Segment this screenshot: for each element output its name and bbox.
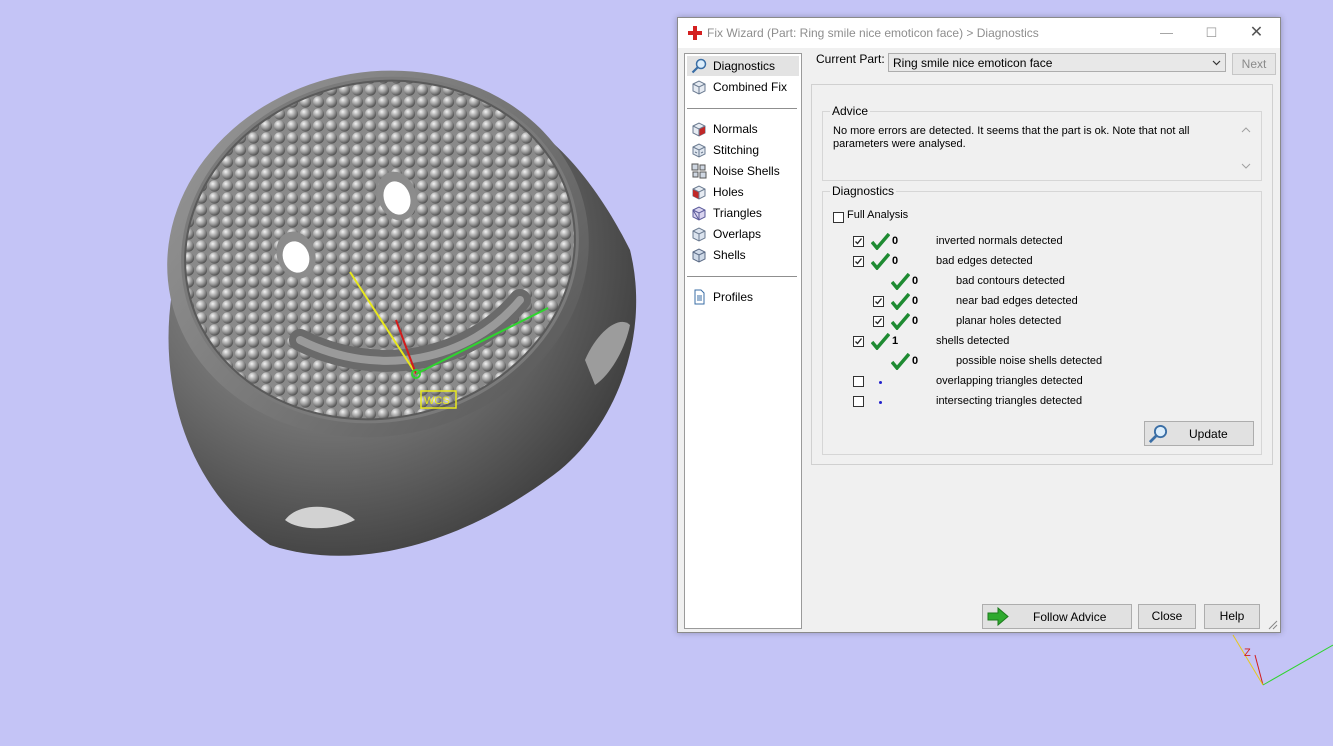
resize-grip-icon[interactable] [1268,620,1278,630]
axis-z-label: Z [1244,647,1251,659]
row-label: overlapping triangles detected [936,375,1083,387]
magnifier-icon [691,58,707,74]
row-checkbox[interactable] [873,296,884,307]
pending-dot-icon [879,381,882,384]
overlaps-cube-icon [692,227,706,242]
ok-check-icon [871,233,890,250]
nav-item-normals[interactable]: Normals [687,119,799,139]
nav-separator [687,276,797,277]
row-label: possible noise shells detected [956,355,1103,367]
advice-group: Advice No more errors are detected. It s… [822,104,1262,181]
title-bar[interactable]: Fix Wizard (Part: Ring smile nice emotic… [678,18,1280,48]
row-checkbox[interactable] [853,376,864,387]
document-icon [694,289,705,305]
advice-text: No more errors are detected. It seems th… [833,125,1190,150]
next-button[interactable]: Next [1232,53,1276,75]
ok-check-icon [891,353,910,370]
arrow-right-icon [987,607,1009,626]
close-window-button[interactable]: ✕ [1234,18,1279,48]
ok-check-icon [891,273,910,290]
row-count: 0 [892,235,899,247]
row-label: intersecting triangles detected [936,395,1083,407]
nav-item-noise-shells[interactable]: Noise Shells [687,161,799,181]
row-count: 1 [892,335,899,347]
ok-check-icon [891,313,910,330]
row-checkbox[interactable] [853,396,864,407]
close-button[interactable]: Close [1138,604,1196,629]
row-label: planar holes detected [956,315,1062,327]
row-label: bad edges detected [936,255,1033,267]
row-label: shells detected [936,335,1010,347]
advice-title: Advice [830,104,871,118]
row-count: 0 [912,315,919,327]
shells-cube-icon [692,248,706,263]
nav-item-holes[interactable]: Holes [687,182,799,202]
magnifier-icon [1148,424,1168,444]
diagnostics-title: Diagnostics [830,184,897,198]
pending-dot-icon [879,401,882,404]
current-part-label: Current Part: [816,52,885,66]
noise-shells-icon [691,163,707,179]
window-title: Fix Wizard (Part: Ring smile nice emotic… [707,26,1039,40]
nav-label: Overlaps [713,227,762,241]
wcs-label: WCS [424,395,450,407]
ok-check-icon [871,333,890,350]
current-part-select[interactable]: Ring smile nice emoticon face [888,53,1226,72]
follow-advice-label: Follow Advice [1033,610,1107,624]
row-checkbox[interactable] [853,336,864,347]
nav-item-shells[interactable]: Shells [687,245,799,265]
row-checkbox[interactable] [873,316,884,327]
maximize-button[interactable]: ☐ [1189,18,1234,48]
cube-icon [692,80,706,95]
nav-item-profiles[interactable]: Profiles [687,287,799,307]
fix-wizard-dialog: Fix Wizard (Part: Ring smile nice emotic… [677,17,1281,633]
nav-label: Holes [713,185,744,199]
row-count: 0 [912,275,919,287]
fix-nav-panel: Diagnostics Combined Fix Normals Stitchi… [684,53,802,629]
nav-item-triangles[interactable]: Triangles [687,203,799,223]
advice-scrollbar[interactable] [1239,125,1253,171]
diagnostics-group: Diagnostics Full Analysis 0 inverted nor… [822,184,1262,455]
row-label: bad contours detected [956,275,1065,287]
nav-item-diagnostics[interactable]: Diagnostics [687,56,799,76]
current-part-value: Ring smile nice emoticon face [893,56,1053,70]
row-label: near bad edges detected [956,295,1078,307]
nav-label: Shells [713,248,746,262]
row-count: 0 [912,355,919,367]
ok-check-icon [871,253,890,270]
nav-item-stitching[interactable]: Stitching [687,140,799,160]
nav-label: Noise Shells [713,164,780,178]
triangles-cube-icon [692,206,706,221]
nav-item-overlaps[interactable]: Overlaps [687,224,799,244]
full-analysis-checkbox[interactable] [833,212,844,223]
ok-check-icon [891,293,910,310]
app-cross-icon [688,26,702,40]
minimize-button[interactable]: — [1144,18,1189,48]
row-count: 0 [912,295,919,307]
nav-label: Profiles [713,290,754,304]
axis-triad-icon: Z [1232,634,1333,686]
stitching-cube-icon [692,143,706,158]
nav-label: Combined Fix [713,80,788,94]
nav-separator [687,108,797,109]
nav-label: Normals [713,122,758,136]
normals-cube-icon [692,122,706,137]
row-checkbox[interactable] [853,236,864,247]
full-analysis-label: Full Analysis [847,209,909,221]
row-label: inverted normals detected [936,235,1063,247]
diagnostics-panel: Advice No more errors are detected. It s… [811,84,1273,465]
nav-item-combined-fix[interactable]: Combined Fix [687,77,799,97]
holes-cube-icon [692,185,706,200]
row-checkbox[interactable] [853,256,864,267]
nav-label: Diagnostics [713,59,776,73]
chevron-down-icon [1212,60,1221,66]
update-button[interactable]: Update [1144,421,1254,446]
nav-label: Triangles [713,206,762,220]
nav-label: Stitching [713,143,760,157]
row-count: 0 [892,255,899,267]
help-button[interactable]: Help [1204,604,1260,629]
follow-advice-button[interactable]: Follow Advice [982,604,1132,629]
update-label: Update [1189,427,1228,441]
